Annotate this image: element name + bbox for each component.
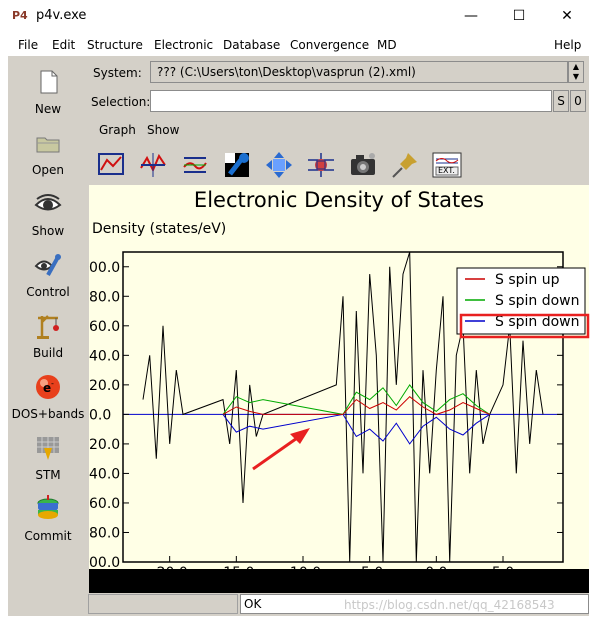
status-bar-left — [88, 594, 238, 614]
legend-label: S spin down — [495, 314, 580, 330]
y-tick-label: 40.0 — [89, 466, 120, 482]
y-tick-label: 0.0 — [89, 407, 111, 423]
legend-label: S spin down — [495, 293, 580, 309]
y-tick-label: 20.0 — [89, 378, 120, 394]
annotation-arrow-shaft — [252, 434, 301, 471]
y-tick-label: 60.0 — [89, 319, 120, 335]
y-tick-label: 40.0 — [89, 348, 120, 364]
y-tick-label: 20.0 — [89, 437, 120, 453]
y-tick-label: 80.0 — [89, 525, 120, 541]
y-tick-label: 80.0 — [89, 289, 120, 305]
series-line — [222, 413, 490, 445]
y-tick-label: 00.0 — [89, 260, 120, 276]
dos-chart: 00.080.060.040.020.00.020.040.060.080.00… — [89, 251, 590, 581]
watermark: https://blog.csdn.net/qq_42168543 — [344, 598, 555, 612]
y-tick-label: 60.0 — [89, 496, 120, 512]
legend-label: S spin up — [495, 272, 560, 288]
graph-bottom-bar — [89, 569, 589, 593]
